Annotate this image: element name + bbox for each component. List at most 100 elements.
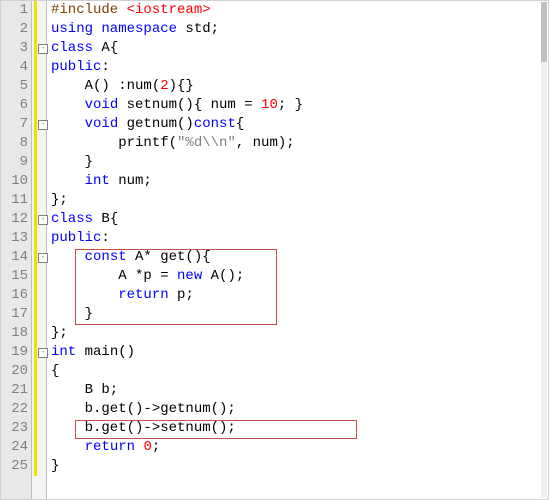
line-number: 13 [1, 229, 31, 248]
line-number-gutter: 1234567891011121314151617181920212223242… [1, 1, 32, 499]
token-txt [51, 439, 85, 455]
line-number: 10 [1, 172, 31, 191]
token-kw-blue: void [85, 116, 119, 132]
code-editor: 1234567891011121314151617181920212223242… [0, 0, 549, 500]
line-number: 2 [1, 20, 31, 39]
token-kw-blue: int [51, 344, 76, 360]
code-line[interactable]: B b; [51, 381, 548, 400]
code-line[interactable]: void getnum()const{ [51, 115, 548, 134]
code-line[interactable]: int main() [51, 343, 548, 362]
line-number: 19 [1, 343, 31, 362]
line-number: 7 [1, 115, 31, 134]
line-number: 18 [1, 324, 31, 343]
token-kw-blue: int [85, 173, 110, 189]
code-line[interactable]: public: [51, 58, 548, 77]
code-line[interactable]: }; [51, 324, 548, 343]
token-txt: }; [51, 325, 68, 341]
token-txt: ; [152, 439, 160, 455]
code-line[interactable]: const A* get(){ [51, 248, 548, 267]
line-number: 22 [1, 400, 31, 419]
line-number: 8 [1, 134, 31, 153]
token-txt [51, 249, 85, 265]
line-number: 11 [1, 191, 31, 210]
code-line[interactable]: int num; [51, 172, 548, 191]
code-line[interactable]: return p; [51, 286, 548, 305]
token-angle: <iostream> [127, 2, 211, 18]
token-txt [51, 173, 85, 189]
code-line[interactable]: } [51, 153, 548, 172]
line-number: 12 [1, 210, 31, 229]
token-kw-blue: return [85, 439, 135, 455]
line-number: 21 [1, 381, 31, 400]
code-line[interactable]: return 0; [51, 438, 548, 457]
token-txt: b.get()->setnum(); [51, 420, 236, 436]
token-txt: p; [169, 287, 194, 303]
token-kw-blue: public [51, 59, 101, 75]
token-txt: { [236, 116, 244, 132]
code-line[interactable]: using namespace std; [51, 20, 548, 39]
token-txt: ){} [169, 78, 194, 94]
line-number: 24 [1, 438, 31, 457]
token-txt: b.get()->getnum(); [51, 401, 236, 417]
token-txt: ; } [278, 97, 303, 113]
line-number: 1 [1, 1, 31, 20]
token-pp: #include [51, 2, 127, 18]
marker-margin: ----- [32, 1, 47, 499]
scrollbar-thumb[interactable] [541, 2, 547, 62]
line-number: 4 [1, 58, 31, 77]
token-str: "%d\\n" [177, 135, 236, 151]
code-area[interactable]: #include <iostream>using namespace std;c… [47, 1, 548, 499]
code-line[interactable]: }; [51, 191, 548, 210]
line-number: 15 [1, 267, 31, 286]
token-txt: A() :num( [51, 78, 160, 94]
token-txt: num; [110, 173, 152, 189]
token-txt: getnum() [118, 116, 194, 132]
token-txt: : [101, 59, 109, 75]
token-kw-blue: const [85, 249, 127, 265]
line-number: 9 [1, 153, 31, 172]
code-line[interactable]: { [51, 362, 548, 381]
line-number: 5 [1, 77, 31, 96]
token-txt: }; [51, 192, 68, 208]
line-number: 23 [1, 419, 31, 438]
token-txt [51, 97, 85, 113]
token-txt: B b; [51, 382, 118, 398]
token-txt: } [51, 154, 93, 170]
change-bar [34, 1, 37, 476]
token-txt: { [51, 363, 59, 379]
line-number: 14 [1, 248, 31, 267]
token-txt: A *p = [51, 268, 177, 284]
token-txt [51, 116, 85, 132]
token-angle: 0 [143, 439, 151, 455]
code-line[interactable]: } [51, 457, 548, 476]
token-txt: std; [177, 21, 219, 37]
code-line[interactable]: b.get()->setnum(); [51, 419, 548, 438]
code-line[interactable]: } [51, 305, 548, 324]
code-line[interactable]: A *p = new A(); [51, 267, 548, 286]
token-txt: : [101, 230, 109, 246]
code-line[interactable]: A() :num(2){} [51, 77, 548, 96]
scrollbar-track[interactable] [541, 2, 547, 498]
token-kw-blue: class [51, 211, 93, 227]
code-line[interactable]: void setnum(){ num = 10; } [51, 96, 548, 115]
code-line[interactable]: class A{ [51, 39, 548, 58]
line-number: 3 [1, 39, 31, 58]
line-number: 25 [1, 457, 31, 476]
token-kw-blue: return [118, 287, 168, 303]
token-txt: A* get(){ [127, 249, 211, 265]
token-kw-blue: const [194, 116, 236, 132]
token-kw-blue: using namespace [51, 21, 177, 37]
code-line[interactable]: class B{ [51, 210, 548, 229]
code-line[interactable]: b.get()->getnum(); [51, 400, 548, 419]
token-kw-blue: class [51, 40, 93, 56]
line-number: 17 [1, 305, 31, 324]
code-line[interactable]: printf("%d\\n", num); [51, 134, 548, 153]
token-kw-blue: public [51, 230, 101, 246]
code-line[interactable]: public: [51, 229, 548, 248]
token-txt: } [51, 458, 59, 474]
code-line[interactable]: #include <iostream> [51, 1, 548, 20]
line-number: 6 [1, 96, 31, 115]
token-kw-blue: new [177, 268, 202, 284]
token-angle: 2 [160, 78, 168, 94]
token-txt: , num); [236, 135, 295, 151]
